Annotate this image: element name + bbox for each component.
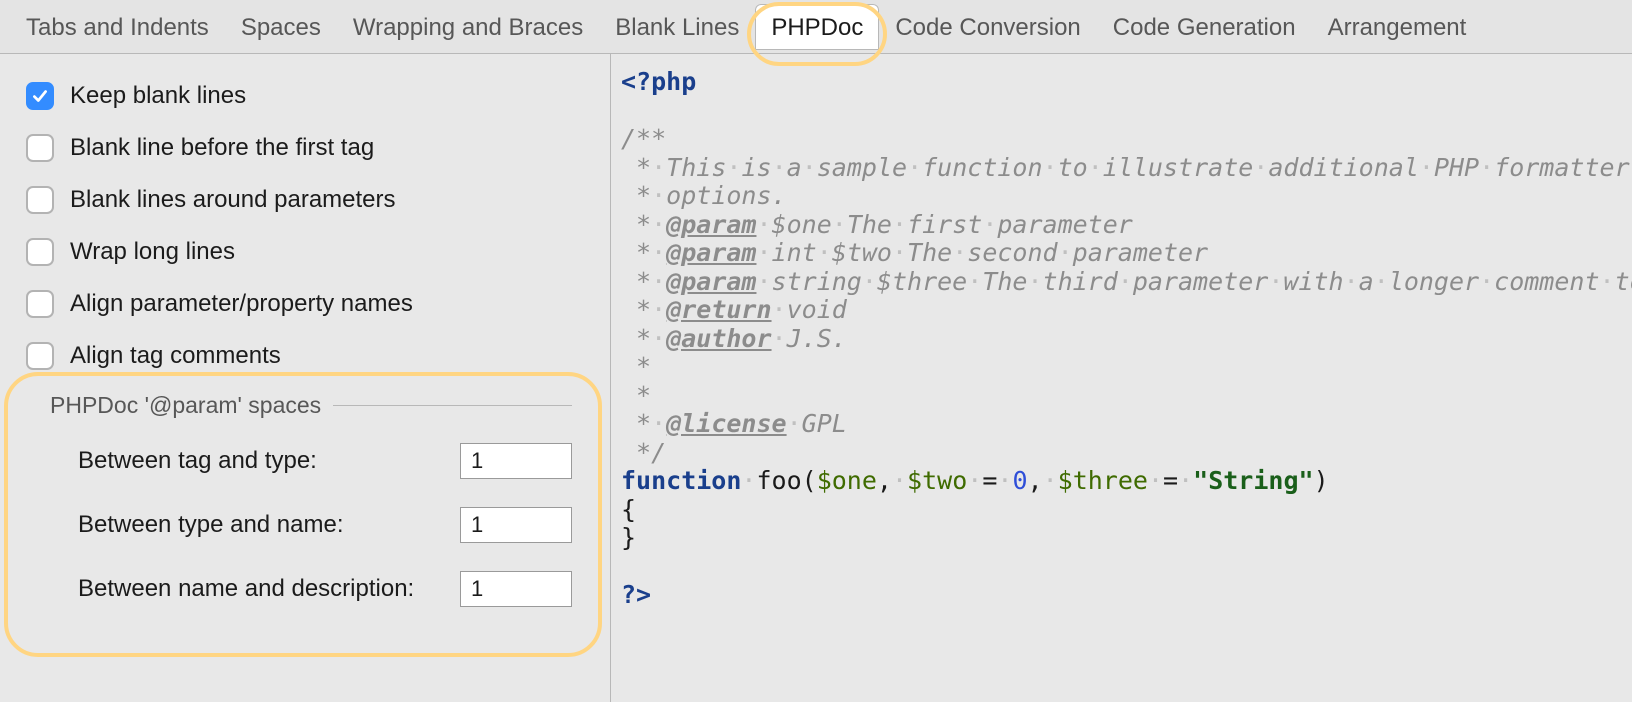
- option-label: Wrap long lines: [70, 238, 235, 266]
- tab-tabs-and-indents[interactable]: Tabs and Indents: [10, 4, 225, 50]
- tab-label: Wrapping and Braces: [353, 14, 583, 41]
- group-title: PHPDoc '@param' spaces: [50, 392, 321, 419]
- checkbox-icon[interactable]: [26, 186, 54, 214]
- field-label: Between type and name:: [78, 511, 344, 539]
- option-label: Keep blank lines: [70, 82, 246, 110]
- field-input-type-name[interactable]: [460, 507, 572, 543]
- tab-label: Blank Lines: [615, 14, 739, 41]
- tab-phpdoc[interactable]: PHPDoc: [755, 4, 879, 50]
- field-between-type-and-name: Between type and name:: [78, 507, 572, 543]
- code-open-tag: <?php: [621, 67, 696, 96]
- field-between-tag-and-type: Between tag and type:: [78, 443, 572, 479]
- code-comment: /**: [621, 124, 666, 153]
- field-between-name-and-description: Between name and description:: [78, 571, 572, 607]
- tab-blank-lines[interactable]: Blank Lines: [599, 4, 755, 50]
- tab-arrangement[interactable]: Arrangement: [1312, 4, 1483, 50]
- group-phpdoc-param-spaces: PHPDoc '@param' spaces Between tag and t…: [26, 382, 592, 639]
- field-label: Between tag and type:: [78, 447, 317, 475]
- code-comment: *: [621, 153, 651, 182]
- field-label: Between name and description:: [78, 575, 414, 603]
- checkbox-icon[interactable]: [26, 134, 54, 162]
- settings-pane: Keep blank lines Blank line before the f…: [0, 54, 610, 702]
- option-label: Align tag comments: [70, 342, 281, 370]
- checkbox-icon[interactable]: [26, 342, 54, 370]
- checkbox-icon[interactable]: [26, 290, 54, 318]
- tab-code-generation[interactable]: Code Generation: [1097, 4, 1312, 50]
- tab-code-conversion[interactable]: Code Conversion: [879, 4, 1096, 50]
- option-align-parameter-property-names[interactable]: Align parameter/property names: [26, 290, 592, 318]
- content: Keep blank lines Blank line before the f…: [0, 54, 1632, 702]
- tab-label: PHPDoc: [771, 14, 863, 41]
- tab-label: Arrangement: [1328, 14, 1467, 41]
- tab-wrapping-and-braces[interactable]: Wrapping and Braces: [337, 4, 599, 50]
- code-preview: <?php /** *·This·is·a·sample·function·to…: [611, 64, 1632, 610]
- option-label: Blank lines around parameters: [70, 186, 396, 214]
- tab-spaces[interactable]: Spaces: [225, 4, 337, 50]
- option-blank-lines-around-parameters[interactable]: Blank lines around parameters: [26, 186, 592, 214]
- tab-label: Tabs and Indents: [26, 14, 209, 41]
- tab-label: Spaces: [241, 14, 321, 41]
- option-label: Blank line before the first tag: [70, 134, 374, 162]
- checkbox-icon[interactable]: [26, 238, 54, 266]
- option-blank-line-before-first-tag[interactable]: Blank line before the first tag: [26, 134, 592, 162]
- tab-label: Code Conversion: [895, 14, 1080, 41]
- tabbar: Tabs and Indents Spaces Wrapping and Bra…: [0, 0, 1632, 54]
- option-wrap-long-lines[interactable]: Wrap long lines: [26, 238, 592, 266]
- field-input-tag-type[interactable]: [460, 443, 572, 479]
- code-close-tag: ?>: [621, 580, 651, 609]
- group-title-row: PHPDoc '@param' spaces: [50, 392, 572, 419]
- option-label: Align parameter/property names: [70, 290, 413, 318]
- divider: [333, 405, 572, 406]
- option-keep-blank-lines[interactable]: Keep blank lines: [26, 82, 592, 110]
- tab-label: Code Generation: [1113, 14, 1296, 41]
- field-input-name-desc[interactable]: [460, 571, 572, 607]
- code-preview-pane: <?php /** *·This·is·a·sample·function·to…: [610, 54, 1632, 702]
- checkbox-icon[interactable]: [26, 82, 54, 110]
- option-align-tag-comments[interactable]: Align tag comments: [26, 342, 592, 370]
